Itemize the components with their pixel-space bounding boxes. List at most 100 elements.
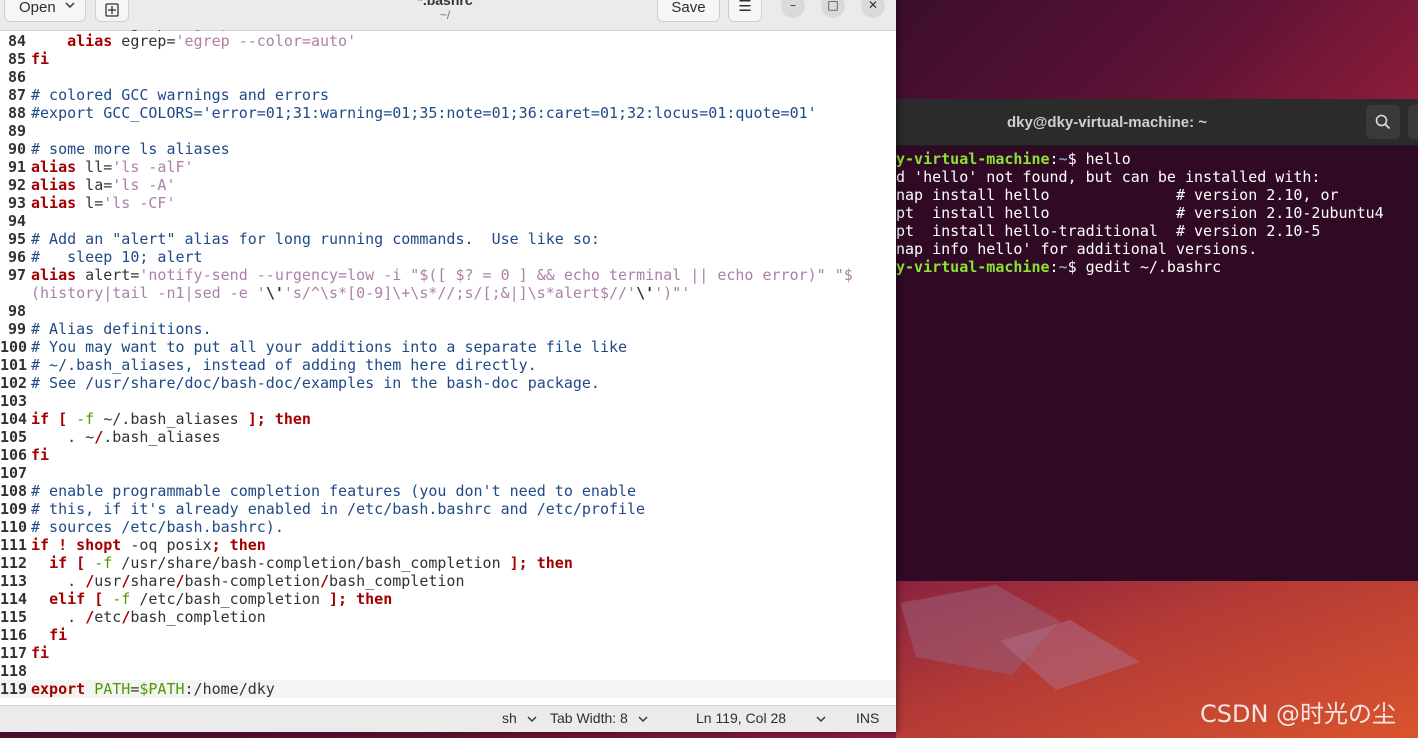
code-line[interactable]: 117 fi — [0, 644, 896, 662]
code-line[interactable]: 84 alias egrep='egrep --color=auto' — [0, 32, 896, 50]
terminal-menu-button[interactable] — [1408, 105, 1418, 139]
terminal-line: y-virtual-machine:~$ gedit ~/.bashrc — [896, 258, 1418, 276]
code-line[interactable]: 94 — [0, 212, 896, 230]
chevron-down-icon — [638, 716, 648, 722]
terminal-token: ~ — [1058, 150, 1068, 168]
code-line[interactable]: 98 — [0, 302, 896, 320]
code-token: / — [175, 572, 185, 590]
code-line[interactable]: 110 # sources /etc/bash.bashrc). — [0, 518, 896, 536]
code-line[interactable]: 108 # enable programmable completion feat… — [0, 482, 896, 500]
maximize-button[interactable]: □ — [821, 0, 845, 18]
tab-width-selector[interactable]: Tab Width: 8 — [550, 710, 648, 726]
code-text: # enable programmable completion feature… — [31, 482, 636, 500]
code-token: # You may want to put all your additions… — [31, 338, 628, 356]
code-line[interactable]: 106 fi — [0, 446, 896, 464]
code-view[interactable]: 83 alias fgrep='fgrep --color=auto'84 al… — [0, 30, 896, 698]
terminal-window[interactable]: dky@dky-virtual-machine: ~ y-virtual-mac… — [896, 99, 1418, 581]
code-token: 'ls -alF' — [112, 158, 194, 176]
code-token: -f — [76, 410, 95, 428]
terminal-search-button[interactable] — [1366, 105, 1400, 139]
code-line[interactable]: 100 # You may want to put all your additi… — [0, 338, 896, 356]
code-line[interactable]: 104 if [ -f ~/.bash_aliases ]; then — [0, 410, 896, 428]
code-line[interactable]: 105 . ~/.bash_aliases — [0, 428, 896, 446]
code-line[interactable]: 112 if [ -f /usr/share/bash-completion/b… — [0, 554, 896, 572]
code-text: fi — [31, 50, 49, 68]
terminal-token: $ gedit ~/.bashrc — [1067, 258, 1222, 276]
code-text: (history|tail -n1|sed -e '\''s/^\s*[0-9]… — [31, 284, 690, 302]
hamburger-menu-button[interactable]: ☰ — [728, 0, 762, 22]
chevron-down-icon — [65, 2, 75, 9]
code-line[interactable]: 109 # this, if it's already enabled in /e… — [0, 500, 896, 518]
code-line[interactable]: 99 # Alias definitions. — [0, 320, 896, 338]
hamburger-menu-icon: ☰ — [738, 0, 752, 15]
code-line[interactable]: 95 # Add an "alert" alias for long runnin… — [0, 230, 896, 248]
code-token: 's/^\s*[0-9]\+\s*//;s/[;&|]\s*alert$//' — [283, 284, 637, 302]
terminal-token: pt install hello # version 2.10-2ubuntu4 — [896, 204, 1384, 222]
code-line[interactable]: 88 #export GCC_COLORS='error=01;31:warnin… — [0, 104, 896, 122]
code-line[interactable]: 91 alias ll='ls -alF' — [0, 158, 896, 176]
code-token: PATH — [94, 680, 131, 698]
code-token: # ~/.bash_aliases, instead of adding the… — [31, 356, 537, 374]
terminal-output[interactable]: y-virtual-machine:~$ hello d 'hello' not … — [896, 146, 1418, 276]
code-token: .bash_aliases — [103, 428, 221, 446]
line-number: 113 — [0, 572, 28, 590]
code-token: ')"' — [654, 284, 691, 302]
code-token: ; then — [211, 536, 266, 554]
code-text: alias l='ls -CF' — [31, 194, 176, 212]
line-number: 112 — [0, 554, 28, 572]
close-button[interactable]: ✕ — [861, 0, 885, 18]
code-line[interactable]: 93 alias l='ls -CF' — [0, 194, 896, 212]
watermark: CSDN @时光の尘 — [1200, 700, 1397, 728]
line-number: 105 — [0, 428, 28, 446]
code-line[interactable]: 102 # See /usr/share/doc/bash-doc/example… — [0, 374, 896, 392]
terminal-token: ~ — [1058, 258, 1068, 276]
code-token: fi — [31, 50, 50, 68]
position-menu-button[interactable] — [816, 710, 826, 726]
code-text: elif [ -f /etc/bash_completion ]; then — [31, 590, 392, 608]
code-line[interactable]: 111 if ! shopt -oq posix; then — [0, 536, 896, 554]
code-text: alias alert='notify-send --urgency=low -… — [31, 266, 853, 284]
code-line[interactable]: 103 — [0, 392, 896, 410]
code-line[interactable]: 96 # sleep 10; alert — [0, 248, 896, 266]
code-token: elif [ — [49, 590, 104, 608]
minimize-button[interactable]: – — [781, 0, 805, 18]
code-line[interactable]: 107 — [0, 464, 896, 482]
language-selector[interactable]: sh — [502, 710, 537, 726]
code-line[interactable]: 90 # some more ls aliases — [0, 140, 896, 158]
code-line[interactable]: 86 — [0, 68, 896, 86]
code-token: -f — [112, 590, 131, 608]
code-line[interactable]: 101 # ~/.bash_aliases, instead of adding … — [0, 356, 896, 374]
code-line[interactable]: 113 . /usr/share/bash-completion/bash_co… — [0, 572, 896, 590]
code-line[interactable]: 114 elif [ -f /etc/bash_completion ]; th… — [0, 590, 896, 608]
code-token: ]; then — [509, 554, 573, 572]
code-token: ! shopt — [58, 536, 122, 554]
code-line[interactable]: (history|tail -n1|sed -e '\''s/^\s*[0-9]… — [0, 284, 896, 302]
open-button[interactable]: Open — [4, 0, 86, 22]
code-line[interactable]: 119 export PATH=$PATH:/home/dky — [0, 680, 896, 698]
insert-mode-indicator[interactable]: INS — [856, 710, 879, 726]
code-line[interactable]: 87 # colored GCC warnings and errors — [0, 86, 896, 104]
save-button[interactable]: Save — [657, 0, 720, 22]
code-token: / — [94, 428, 104, 446]
code-line[interactable]: 115 . /etc/bash_completion — [0, 608, 896, 626]
code-token: fi — [31, 644, 50, 662]
code-line[interactable]: 89 — [0, 122, 896, 140]
code-text: alias ll='ls -alF' — [31, 158, 194, 176]
code-token: /usr/share/bash-completion/bash_completi… — [112, 554, 510, 572]
code-line[interactable]: 85 fi — [0, 50, 896, 68]
line-number: 108 — [0, 482, 28, 500]
text-editor-area[interactable]: 83 alias fgrep='fgrep --color=auto'84 al… — [0, 30, 896, 705]
cursor-position[interactable]: Ln 119, Col 28 — [696, 710, 786, 726]
line-number: 107 — [0, 464, 28, 482]
code-line[interactable]: 97 alias alert='notify-send --urgency=low… — [0, 266, 896, 284]
code-line[interactable]: 116 fi — [0, 626, 896, 644]
code-text: if ! shopt -oq posix; then — [31, 536, 266, 554]
code-token: alert= — [76, 266, 140, 284]
terminal-line: nap install hello # version 2.10, or — [896, 186, 1418, 204]
code-token: # Add an "alert" alias for long running … — [31, 230, 600, 248]
code-line[interactable]: 92 alias la='ls -A' — [0, 176, 896, 194]
new-document-button[interactable] — [95, 0, 129, 22]
close-icon: ✕ — [867, 0, 879, 12]
code-line[interactable]: 118 — [0, 662, 896, 680]
